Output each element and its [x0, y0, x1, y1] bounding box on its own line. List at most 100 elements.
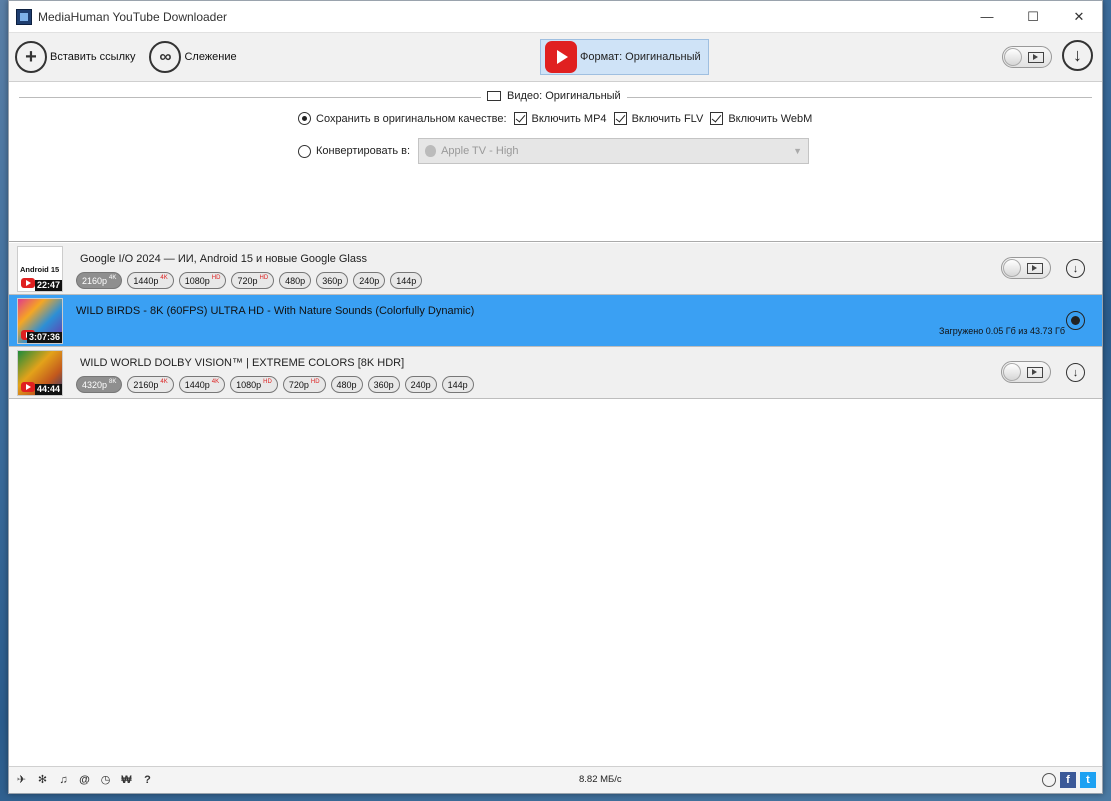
download-progress-text: Загружено 0.05 Гб из 43.73 Гб: [939, 326, 1065, 336]
gear-icon[interactable]: ✻: [36, 774, 49, 787]
resolution-chip-240p[interactable]: 240p: [404, 376, 437, 393]
film-icon: [1028, 52, 1044, 63]
convert-radio[interactable]: [298, 144, 311, 158]
download-item[interactable]: Android 15 22:47 Google I/O 2024 — ИИ, A…: [9, 243, 1102, 295]
video-title: WILD BIRDS - 8K (60FPS) ULTRA HD - With …: [76, 305, 475, 317]
format-settings-panel: Видео: Оригинальный Сохранить в оригинал…: [9, 82, 1102, 242]
save-original-radio[interactable]: [298, 112, 311, 125]
status-bar-tools: ✈ ✻ ♫ @ ◷ ₩ ?: [15, 774, 162, 787]
social-links: f t: [1042, 772, 1096, 788]
close-button[interactable]: ✕: [1056, 1, 1102, 32]
video-only-toggle[interactable]: [1001, 361, 1051, 383]
resolution-chip-720p[interactable]: 720p HD: [231, 272, 275, 289]
save-original-label: Сохранить в оригинальном качестве:: [316, 112, 507, 125]
maximize-button[interactable]: ☐: [1010, 1, 1056, 32]
binoculars-icon[interactable]: ₩: [120, 774, 133, 787]
window-controls: — ☐ ✕: [964, 1, 1102, 32]
resolution-chip-144p[interactable]: 144p: [441, 376, 474, 393]
resolution-chip-480p[interactable]: 480p: [279, 272, 312, 289]
film-icon: [487, 91, 501, 101]
resolution-chip-2160p[interactable]: 2160p 4K: [127, 376, 174, 393]
binoculars-icon: ∞: [149, 41, 182, 73]
youtube-icon: [21, 278, 35, 288]
resolution-chip-360p[interactable]: 360p: [316, 272, 349, 289]
global-video-toggle[interactable]: [1002, 46, 1052, 68]
video-thumbnail: 44:44: [17, 350, 63, 396]
thumbnail-caption: Android 15: [20, 265, 60, 274]
facebook-icon[interactable]: f: [1060, 772, 1076, 788]
download-speed: 8.82 МБ/с: [579, 774, 622, 785]
flv-label: Включить FLV: [631, 112, 704, 125]
resolution-chip-240p[interactable]: 240p: [353, 272, 386, 289]
title-bar: MediaHuman YouTube Downloader — ☐ ✕: [9, 1, 1102, 32]
video-title: Google I/O 2024 — ИИ, Android 15 и новые…: [80, 253, 367, 265]
tracking-button[interactable]: ∞ Слежение: [145, 37, 240, 77]
toggle-knob: [1003, 363, 1021, 381]
app-window: MediaHuman YouTube Downloader — ☐ ✕ + Вс…: [8, 0, 1103, 794]
resolution-chip-360p[interactable]: 360p: [367, 376, 400, 393]
convert-row: Конвертировать в: Apple TV - High ▼: [298, 138, 810, 164]
clock-icon[interactable]: ◷: [99, 774, 112, 787]
video-thumbnail: Android 15 22:47: [17, 246, 63, 292]
resolution-chip-720p[interactable]: 720p HD: [282, 376, 326, 393]
twitter-icon[interactable]: t: [1080, 772, 1096, 788]
resolution-chip-480p[interactable]: 480p: [330, 376, 363, 393]
chevron-down-icon: ▼: [793, 146, 803, 156]
resolution-chips: 2160p 4K 1440p 4K 1080p HD 720p HD 480p 360p…: [76, 272, 427, 289]
status-bar: ✈ ✻ ♫ @ ◷ ₩ ? 8.82 МБ/с f t: [9, 766, 1102, 793]
toggle-knob: [1003, 259, 1021, 277]
video-only-toggle[interactable]: [1001, 257, 1051, 279]
video-duration: 44:44: [34, 384, 62, 395]
convert-preset-select[interactable]: Apple TV - High ▼: [418, 138, 810, 164]
resolution-chip-1080p[interactable]: 1080p HD: [178, 272, 227, 289]
snail-icon[interactable]: @: [78, 774, 91, 787]
stop-download-button[interactable]: [1066, 311, 1085, 330]
download-item[interactable]: 44:44 WILD WORLD DOLBY VISION™ | EXTREME…: [9, 347, 1102, 399]
mp4-checkbox[interactable]: [513, 112, 527, 125]
download-button[interactable]: ↓: [1066, 363, 1085, 382]
help-icon[interactable]: ?: [141, 774, 154, 787]
window-title: MediaHuman YouTube Downloader: [38, 9, 228, 24]
section-title: Видео: Оригинальный: [507, 90, 621, 102]
resolution-chip-1440p[interactable]: 1440p 4K: [178, 376, 226, 393]
video-title: WILD WORLD DOLBY VISION™ | EXTREME COLOR…: [80, 357, 405, 369]
format-label: Формат: Оригинальный: [580, 51, 701, 63]
paste-link-label: Вставить ссылку: [50, 51, 136, 63]
resolution-chip-2160p[interactable]: 2160p 4K: [76, 272, 123, 289]
paste-link-button[interactable]: + Вставить ссылку: [11, 37, 139, 77]
apple-icon: [425, 145, 437, 157]
video-thumbnail: 3:07:36: [17, 298, 63, 344]
section-header: Видео: Оригинальный: [481, 90, 627, 102]
resolution-chips: 4320p 8K 2160p 4K 1440p 4K 1080p HD 720p HD 4…: [76, 376, 479, 393]
download-item-active[interactable]: 3:07:36 WILD BIRDS - 8K (60FPS) ULTRA HD…: [9, 295, 1102, 347]
convert-label: Конвертировать в:: [316, 145, 411, 157]
resolution-chip-1080p[interactable]: 1080p HD: [230, 376, 278, 393]
resolution-chip-4320p[interactable]: 4320p 8K: [76, 376, 123, 393]
music-icon[interactable]: ♫: [57, 774, 70, 787]
download-button[interactable]: ↓: [1066, 259, 1085, 278]
superhero-icon[interactable]: [1042, 773, 1056, 787]
youtube-icon: [545, 41, 577, 73]
download-all-button[interactable]: ↓: [1062, 40, 1093, 71]
download-list: Android 15 22:47 Google I/O 2024 — ИИ, A…: [9, 243, 1102, 767]
send-icon[interactable]: ✈: [15, 774, 28, 787]
resolution-chip-144p[interactable]: 144p: [390, 272, 423, 289]
convert-preset-value: Apple TV - High: [441, 145, 519, 157]
youtube-icon: [21, 382, 35, 392]
video-duration: 3:07:36: [26, 332, 62, 343]
save-original-row: Сохранить в оригинальном качестве: Включ…: [298, 112, 812, 125]
video-duration: 22:47: [34, 280, 62, 291]
app-icon: [16, 8, 32, 25]
mp4-label: Включить MP4: [531, 112, 607, 125]
flv-checkbox[interactable]: [613, 112, 627, 125]
format-button[interactable]: Формат: Оригинальный: [540, 39, 709, 75]
webm-checkbox[interactable]: [710, 112, 724, 125]
resolution-chip-1440p[interactable]: 1440p 4K: [127, 272, 174, 289]
plus-icon: +: [15, 41, 47, 73]
film-icon: [1027, 367, 1043, 378]
toggle-knob: [1004, 48, 1022, 66]
webm-label: Включить WebM: [728, 112, 813, 125]
tracking-label: Слежение: [184, 51, 237, 63]
minimize-button[interactable]: —: [964, 1, 1010, 32]
film-icon: [1027, 263, 1043, 274]
